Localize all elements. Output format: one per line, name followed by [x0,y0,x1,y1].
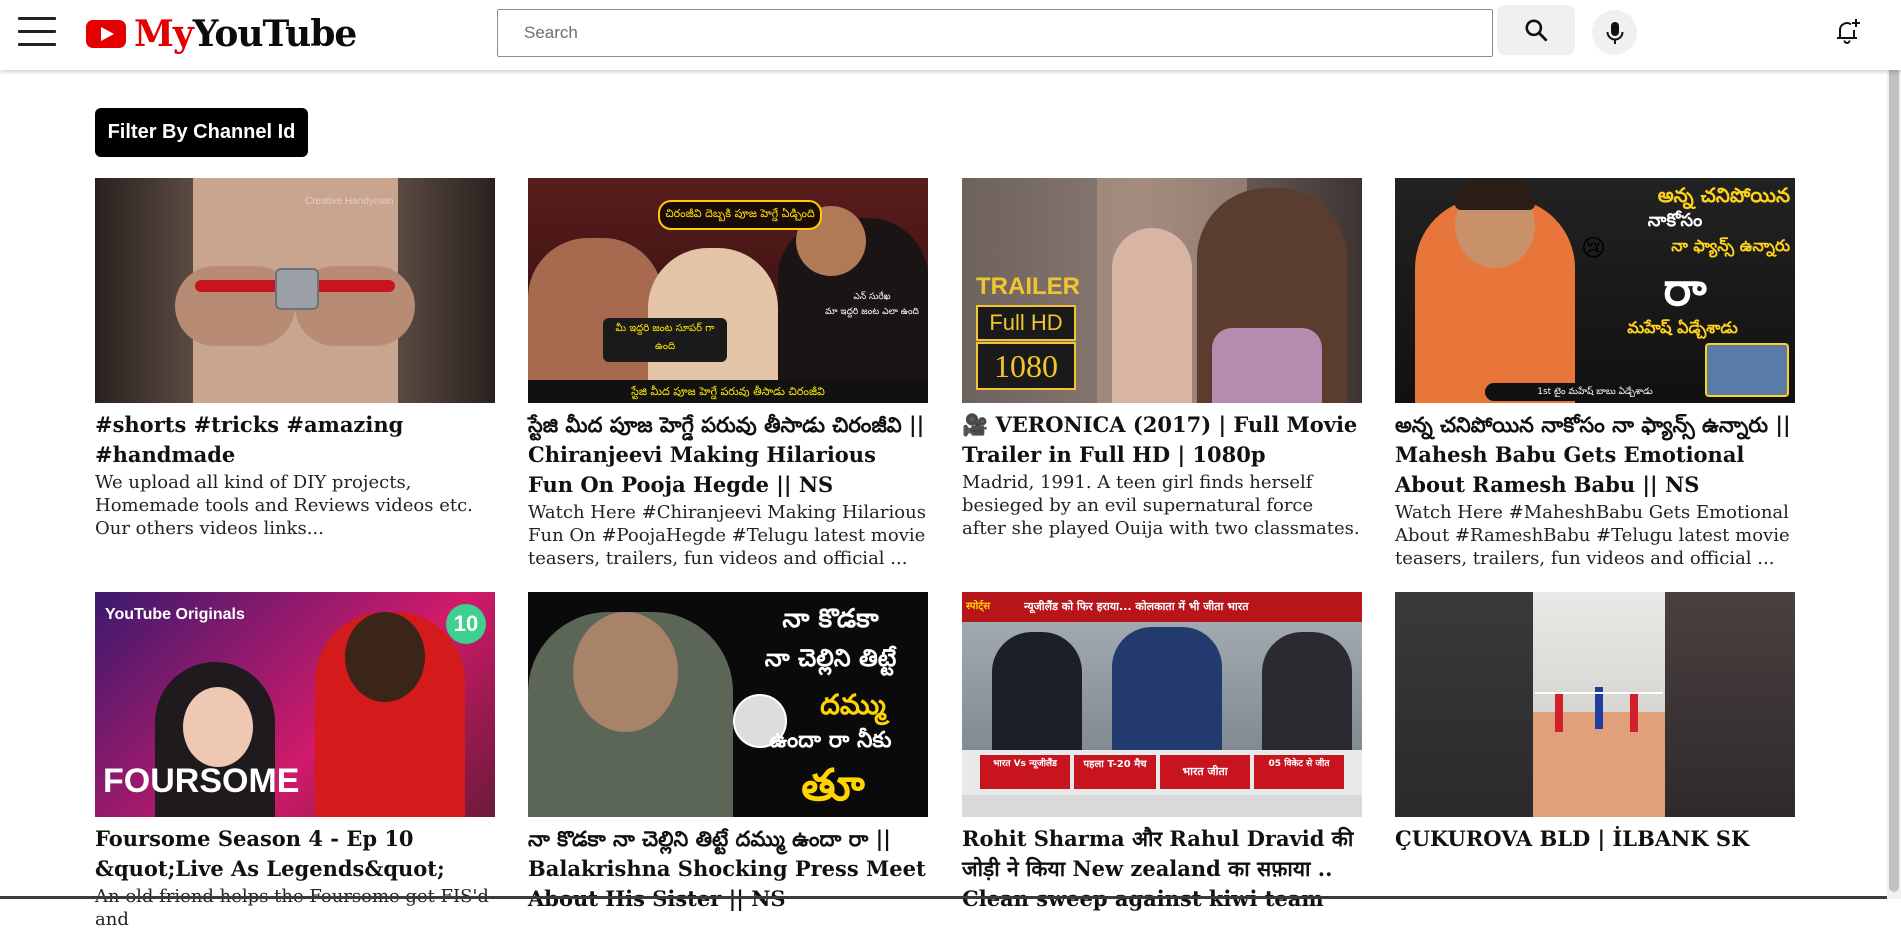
scrollbar-thumb[interactable] [1889,2,1899,892]
video-title[interactable]: 🎥 VERONICA (2017) | Full Movie Trailer i… [962,410,1362,470]
thumbnail-caption: నా చెల్లిని తిట్టే [764,644,897,672]
thumbnail-caption: भारत Vs न्यूजीलैंड [980,755,1070,789]
crying-emoji: 😢 [1581,234,1607,262]
video-thumbnail[interactable] [1395,592,1795,817]
logo-text-youtube: YouTube [192,13,357,55]
thumbnail-caption: స్టేజి మీద పూజ హెగ్డే పరువు తీసాడు చిరంజ… [528,380,928,403]
thumbnail-caption: దమ్ము [820,688,886,721]
video-card[interactable]: ÇUKUROVA BLD | İLBANK SK [1395,592,1795,855]
bell-plus-icon [1837,19,1860,44]
thumbnail-caption: 1st టైం మహేష్ బాబు ఏడ్చేశాడు [1485,383,1705,401]
search-icon [1525,19,1548,42]
video-thumbnail[interactable]: చిరంజీవి దెబ్బకి పూజ హెగ్డే ఏడ్చింది మీ … [528,178,928,403]
video-card[interactable]: Creative Handyman #shorts #tricks #amazi… [95,178,495,540]
video-title[interactable]: నా కొడకా నా చెల్లిని తిట్టే దమ్ము ఉందా ర… [528,824,928,914]
thumbnail-caption: నా కొడకా [782,604,879,634]
thumbnail-caption: पहला T-20 मैच [1074,755,1156,789]
video-card[interactable]: YouTube Originals 10 FOURSOME Foursome S… [95,592,495,931]
video-thumbnail[interactable]: నా కొడకా నా చెల్లిని తిట్టే దమ్ము ఉందా ర… [528,592,928,817]
video-title[interactable]: Rohit Sharma और Rahul Dravid की जोड़ी ने… [962,824,1362,914]
thumbnail-caption: 05 विकेट से जीत [1254,755,1344,789]
thumbnail-caption: మహేష్ ఏడ్చేశాడు [1627,318,1738,337]
video-thumbnail[interactable]: Creative Handyman [95,178,495,403]
thumbnail-caption: 1080 [976,342,1076,390]
video-card[interactable]: TRAILER Full HD 1080 🎥 VERONICA (2017) |… [962,178,1362,540]
video-description: Watch Here #Chiranjeevi Making Hilarious… [528,502,926,569]
episode-number-badge: 10 [446,604,486,644]
video-description: Madrid, 1991. A teen girl finds herself … [962,472,1360,539]
top-header: MyYouTube [0,0,1901,70]
video-thumbnail[interactable]: TRAILER Full HD 1080 [962,178,1362,403]
video-title[interactable]: #shorts #tricks #amazing #handmade [95,410,495,470]
hamburger-menu-icon[interactable] [18,17,56,47]
thumbnail-caption: Full HD [976,305,1076,341]
thumbnail-watermark: Creative Handyman [305,196,394,207]
channel-brand: स्पोर्ट्स [966,601,990,612]
page-scrollbar[interactable] [1887,0,1901,899]
youtube-play-icon [86,20,126,48]
search-button[interactable] [1497,5,1575,55]
search-input[interactable] [497,9,1493,57]
thumbnail-caption: మీ ఇద్దరి జంట సూపర్ గా ఉంది [603,318,727,362]
thumbnail-caption: FOURSOME [103,762,300,800]
thumbnail-caption: TRAILER [976,273,1080,300]
notifications-button[interactable] [1830,15,1866,47]
video-title[interactable]: Foursome Season 4 - Ep 10 &quot;Live As … [95,824,495,884]
thumbnail-caption: ఉందా రా నీకు [769,728,892,753]
logo[interactable]: MyYouTube [86,12,357,56]
thumbnail-caption: न्यूजीलैंड को फिर हराया... कोलकाता में भ… [1024,600,1249,613]
video-description: Watch Here #MaheshBabu Gets Emotional Ab… [1395,502,1790,569]
video-title[interactable]: ÇUKUROVA BLD | İLBANK SK [1395,824,1795,854]
thumbnail-caption: తూ [801,760,865,811]
video-card[interactable]: అన్న చనిపోయిన నాకోసం నా ఫ్యాన్స్ ఉన్నారు… [1395,178,1795,570]
thumbnail-caption: చిరంజీవి దెబ్బకి పూజ హెగ్డే ఏడ్చింది [658,200,822,230]
video-description: An old friend helps the Foursome get FIS… [95,886,489,930]
video-thumbnail[interactable]: YouTube Originals 10 FOURSOME [95,592,495,817]
thumbnail-caption: ఎన్ సురేఖ మా ఇద్దరి జంట ఎలా ఉంది [825,292,919,317]
video-card[interactable]: చిరంజీవి దెబ్బకి పూజ హెగ్డే ఏడ్చింది మీ … [528,178,928,570]
video-card[interactable]: నా కొడకా నా చెల్లిని తిట్టే దమ్ము ఉందా ర… [528,592,928,915]
logo-text-my: My [134,13,194,55]
thumbnail-badge: YouTube Originals [105,606,245,623]
video-title[interactable]: అన్న చనిపోయిన నాకోసం నా ఫ్యాన్స్ ఉన్నారు… [1395,410,1795,500]
thumbnail-caption: అన్న చనిపోయిన [1657,183,1790,207]
microphone-icon [1606,21,1623,44]
thumbnail-caption: రా [1663,262,1707,316]
filter-by-channel-button[interactable]: Filter By Channel Id [95,108,308,157]
thumbnail-caption: నాకోసం [1647,210,1703,231]
video-thumbnail[interactable]: అన్న చనిపోయిన నాకోసం నా ఫ్యాన్స్ ఉన్నారు… [1395,178,1795,403]
voice-search-button[interactable] [1592,10,1637,55]
video-title[interactable]: స్టేజి మీద పూజ హెగ్డే పరువు తీసాడు చిరంజ… [528,410,928,500]
video-card[interactable]: स्पोर्ट्स न्यूजीलैंड को फिर हराया... कोल… [962,592,1362,915]
video-description: We upload all kind of DIY projects, Home… [95,472,473,539]
video-thumbnail[interactable]: स्पोर्ट्स न्यूजीलैंड को फिर हराया... कोल… [962,592,1362,817]
thumbnail-caption: भारत जीता [1160,755,1250,789]
